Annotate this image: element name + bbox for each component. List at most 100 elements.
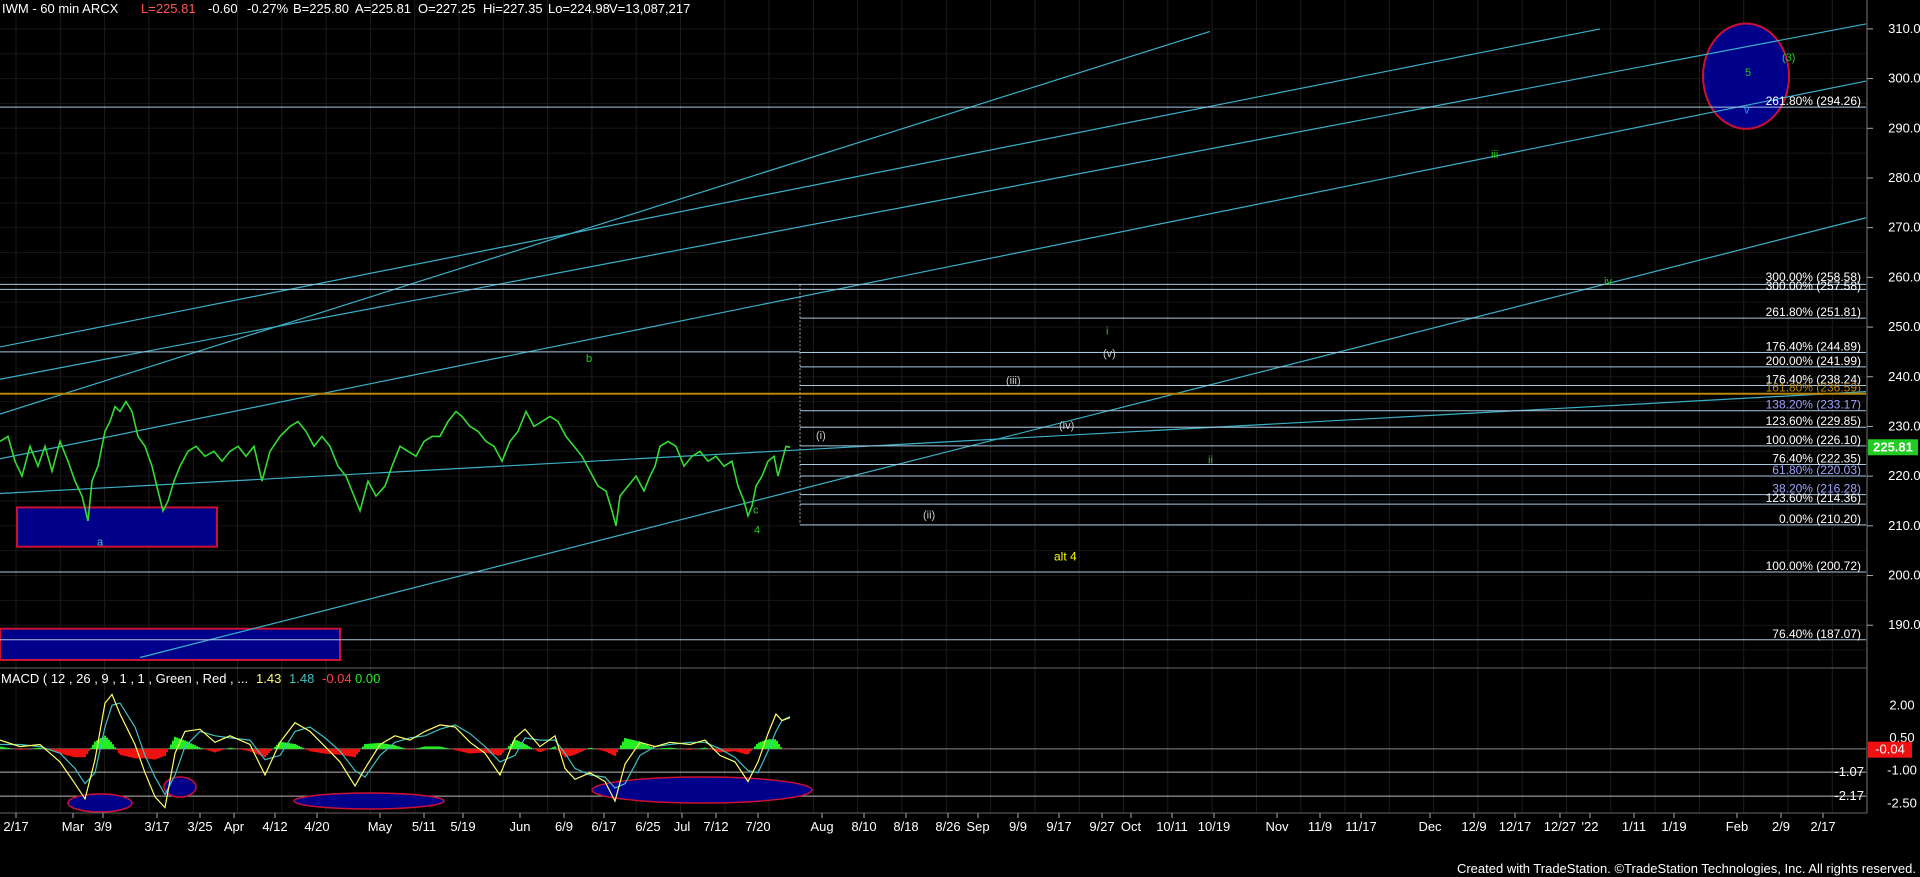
time-tick-label: 1/11: [1622, 819, 1646, 834]
time-tick-label: 3/17: [144, 819, 169, 834]
wave-label: (iv): [1059, 420, 1074, 432]
price-tick-label: 230.00: [1888, 418, 1920, 433]
support-box: [16, 506, 218, 548]
header-change: -0.60: [208, 1, 238, 16]
time-tick-label: Mar: [62, 819, 85, 834]
header-bid: B=225.80: [293, 1, 349, 16]
macd-signal-value: 1.48: [289, 671, 314, 686]
fib-label: 76.40% (187.07): [1772, 627, 1861, 641]
wave-label: (3): [1782, 52, 1795, 64]
time-tick-label: Aug: [810, 819, 833, 834]
time-tick-label: 12/27: [1544, 819, 1577, 834]
fib-label: 200.00% (241.99): [1766, 354, 1861, 368]
macd-level-label: -1.07: [1834, 764, 1864, 779]
price-tick-label: 260.00: [1888, 269, 1920, 284]
time-tick-label: 10/19: [1198, 819, 1231, 834]
header-lo: Lo=224.98: [548, 1, 610, 16]
macd-value: 1.43: [256, 671, 281, 686]
last-price-label: 225.81: [1873, 439, 1913, 454]
time-tick-label: 4/12: [262, 819, 287, 834]
header-open: O=227.25: [418, 1, 475, 16]
macd-ellipse: [67, 793, 133, 813]
fib-label: 100.00% (200.72): [1766, 559, 1861, 573]
wave-label: iii: [1491, 149, 1498, 161]
wave-label: a: [97, 537, 104, 549]
wave-label: (ii): [923, 509, 935, 521]
macd-tick-label: -2.50: [1887, 795, 1917, 810]
wave-label: alt 4: [1054, 550, 1077, 564]
time-tick-label: 2/9: [1772, 819, 1790, 834]
time-tick-label: 2/17: [1810, 819, 1835, 834]
fib-label: 61.80% (220.03): [1772, 463, 1861, 477]
macd-last-label: -0.04: [1875, 742, 1905, 757]
price-tick-label: 290.00: [1888, 120, 1920, 135]
time-tick-label: '22: [1582, 819, 1599, 834]
header-pct: -0.27%: [247, 1, 289, 16]
wave-label: (i): [816, 430, 826, 442]
wave-label: iv: [1604, 276, 1612, 288]
header-last: L=225.81: [141, 1, 196, 16]
time-tick-label: May: [368, 819, 393, 834]
support-box: [0, 627, 341, 662]
fib-label: 123.60% (214.36): [1766, 491, 1861, 505]
time-tick-label: 6/17: [591, 819, 616, 834]
macd-ellipse: [591, 776, 813, 804]
time-tick-label: 9/27: [1089, 819, 1114, 834]
fib-label: 176.40% (244.89): [1766, 339, 1861, 353]
time-tick-label: Apr: [224, 819, 245, 834]
time-tick-label: Oct: [1121, 819, 1142, 834]
time-tick-label: 3/25: [187, 819, 212, 834]
header-ask: A=225.81: [355, 1, 411, 16]
wave-label: 5: [1745, 67, 1751, 79]
time-tick-label: 5/11: [412, 819, 436, 834]
macd-hist-value: -0.04: [322, 671, 352, 686]
wave-label: i: [1106, 326, 1108, 338]
time-tick-label: Sep: [966, 819, 989, 834]
time-tick-label: 3/9: [94, 819, 112, 834]
time-tick-label: Dec: [1418, 819, 1442, 834]
price-tick-label: 270.00: [1888, 220, 1920, 235]
header-hi: Hi=227.35: [483, 1, 543, 16]
time-tick-label: 9/17: [1046, 819, 1071, 834]
time-tick-label: 7/20: [745, 819, 770, 834]
macd-title: MACD ( 12 , 26 , 9 , 1 , 1 , Green , Red…: [1, 671, 248, 686]
header-symbol: IWM - 60 min ARCX: [2, 1, 119, 16]
time-tick-label: 10/11: [1156, 819, 1188, 834]
fib-label: 123.60% (229.85): [1766, 414, 1861, 428]
time-tick-label: Nov: [1265, 819, 1289, 834]
time-tick-label: 8/26: [935, 819, 960, 834]
macd-tick-label: 2.00: [1889, 697, 1914, 712]
price-tick-label: 280.00: [1888, 170, 1920, 185]
wave-label: 4: [754, 524, 760, 536]
fib-label: 161.80% (236.59): [1766, 381, 1861, 395]
wave-label: c: [753, 504, 759, 516]
footer-credit: Created with TradeStation. ©TradeStation…: [1457, 861, 1916, 876]
macd-level-label: -2.17: [1834, 788, 1864, 803]
wave-label: (iii): [1006, 375, 1021, 387]
fib-label: 300.00% (257.58): [1766, 279, 1861, 293]
time-tick-label: 12/17: [1499, 819, 1532, 834]
iwm-chart: 300.00% (258.58)300.00% (257.58)261.80% …: [0, 0, 1920, 877]
price-tick-label: 250.00: [1888, 319, 1920, 334]
macd-zero-value: 0.00: [355, 671, 380, 686]
fib-label: 100.00% (226.10): [1766, 433, 1861, 447]
price-tick-label: 210.00: [1888, 518, 1920, 533]
fib-label: 138.20% (233.17): [1766, 398, 1861, 412]
time-tick-label: 8/18: [893, 819, 918, 834]
price-tick-label: 200.00: [1888, 568, 1920, 583]
time-tick-label: Jul: [674, 819, 691, 834]
time-tick-label: 1/19: [1661, 819, 1686, 834]
time-tick-label: 11/17: [1345, 819, 1377, 834]
time-tick-label: 8/10: [851, 819, 876, 834]
wave-label: b: [586, 353, 592, 365]
wave-label: (v): [1103, 348, 1116, 360]
time-tick-label: Feb: [1726, 819, 1748, 834]
time-tick-label: 4/20: [304, 819, 329, 834]
price-tick-label: 190.00: [1888, 617, 1920, 632]
time-tick-label: 6/9: [555, 819, 573, 834]
time-tick-label: 2/17: [3, 819, 28, 834]
price-tick-label: 220.00: [1888, 468, 1920, 483]
fib-label: 261.80% (251.81): [1766, 305, 1861, 319]
wave-label: ii: [1208, 455, 1213, 467]
price-tick-label: 300.00: [1888, 71, 1920, 86]
